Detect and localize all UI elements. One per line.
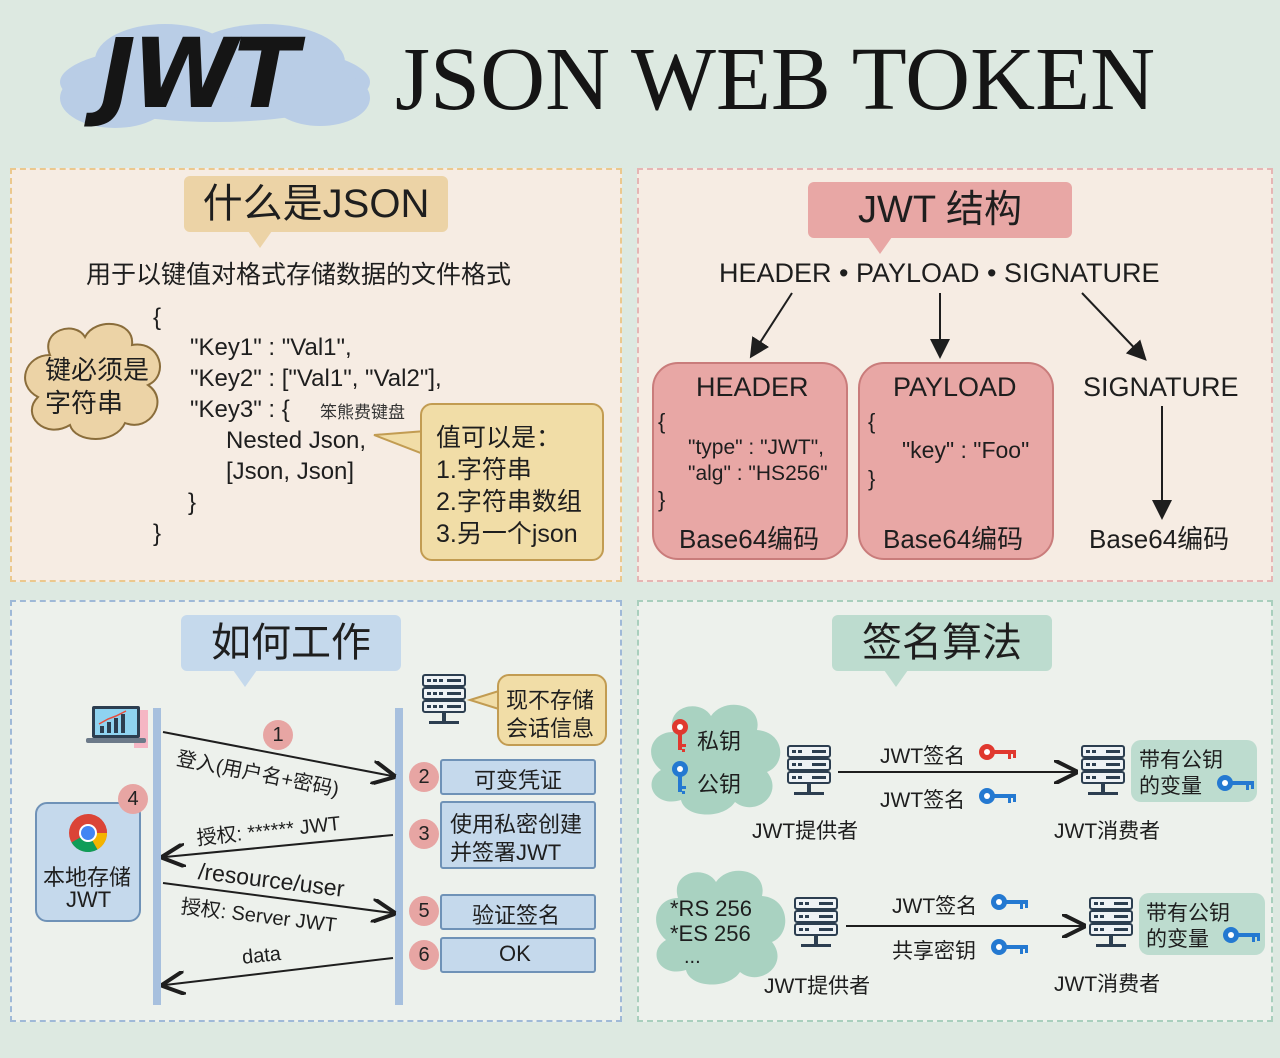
row1-consumer-note-line-2: 的变量 bbox=[1139, 775, 1202, 798]
row2-top-key-icon bbox=[991, 894, 1028, 910]
algo-rs256: *RS 256 bbox=[670, 896, 752, 921]
row2-provider-server-icon bbox=[794, 897, 838, 947]
row1-note-key-icon bbox=[1217, 775, 1254, 791]
blue-key-icon bbox=[979, 788, 1016, 804]
red-key-icon bbox=[979, 744, 1016, 760]
row2-msg-top: JWT签名 bbox=[892, 895, 978, 918]
row2-note-key-icon bbox=[1223, 927, 1260, 943]
row1-msg-bottom: JWT签名 bbox=[880, 789, 966, 812]
row1-msg-top: JWT签名 bbox=[880, 745, 966, 768]
algo-more: ... bbox=[684, 946, 701, 968]
row2-consumer-server-icon bbox=[1089, 897, 1133, 947]
row2-msg-bottom: 共享密钥 bbox=[892, 940, 976, 963]
row2-consumer-label: JWT消费者 bbox=[1054, 973, 1161, 996]
row2-provider-label: JWT提供者 bbox=[764, 975, 871, 998]
row2-consumer-note-line-2: 的变量 bbox=[1146, 928, 1209, 951]
algo-es256: *ES 256 bbox=[670, 921, 751, 946]
row2-bottom-key-icon bbox=[991, 939, 1028, 955]
